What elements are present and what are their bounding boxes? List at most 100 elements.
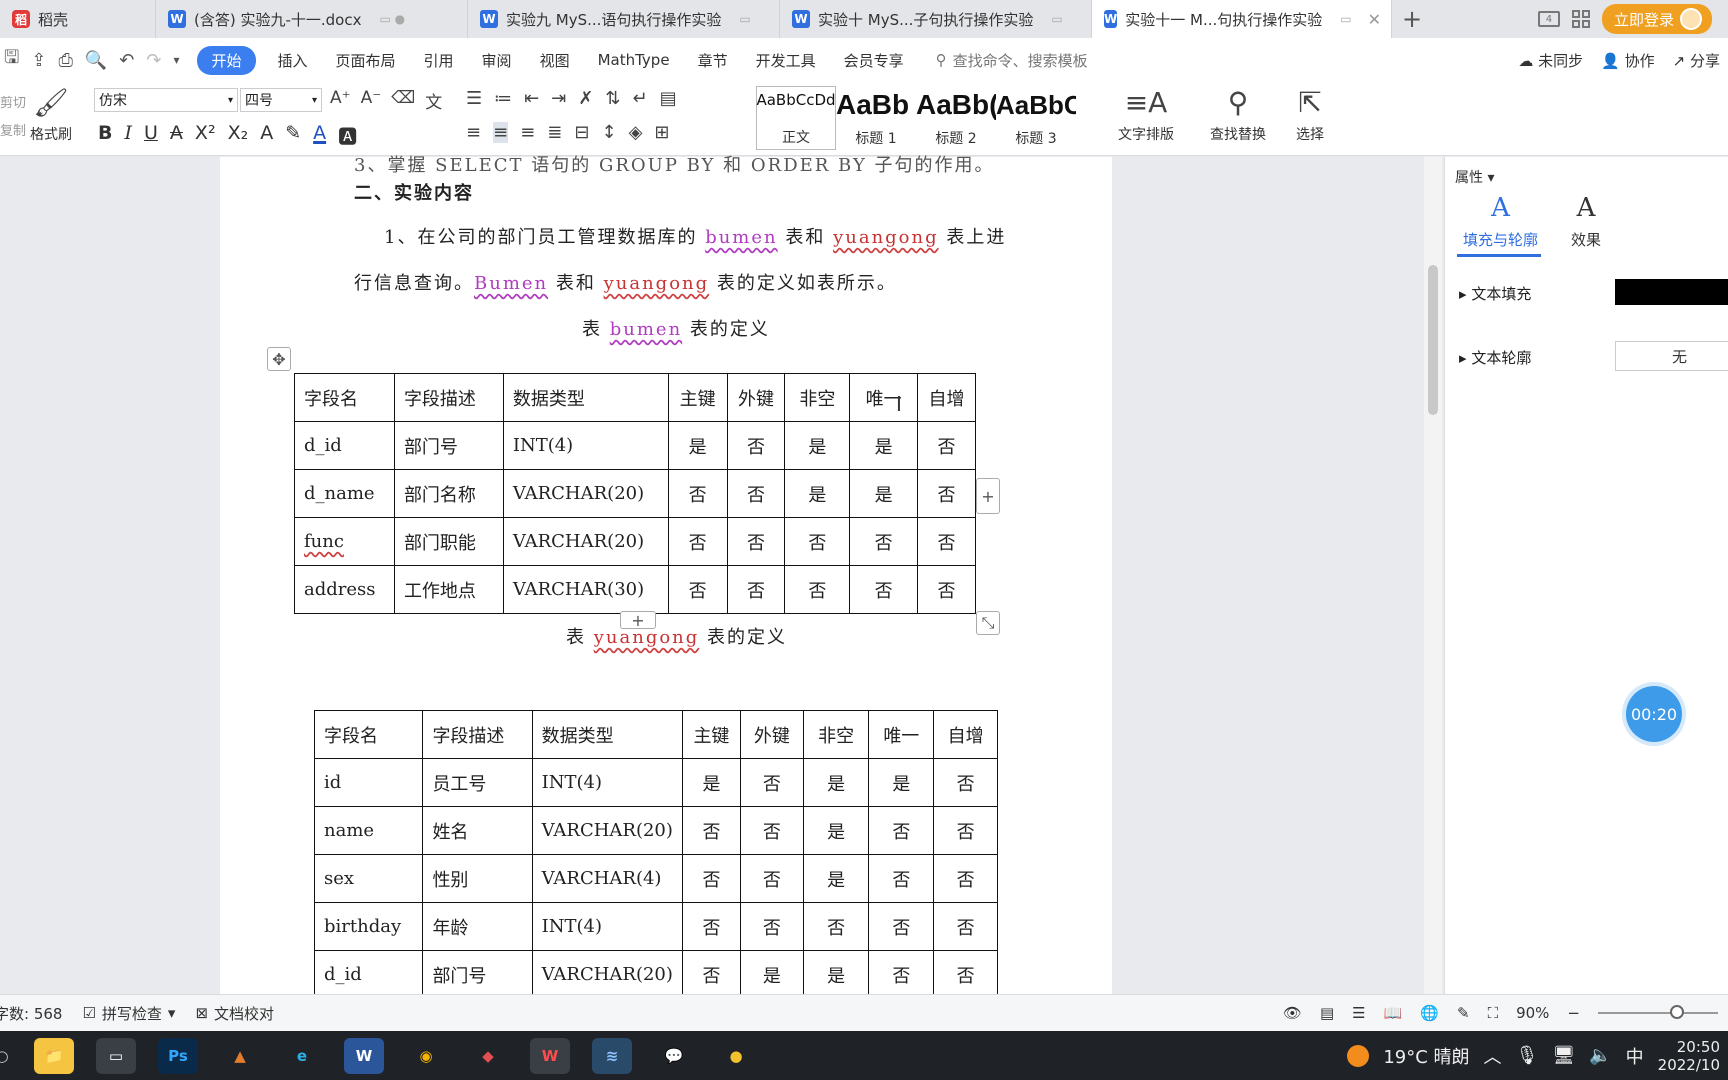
copy-button[interactable]: 复制 [0, 118, 26, 146]
tab-docer[interactable]: 稻 稻壳 [0, 0, 156, 38]
app-icon[interactable]: ◆ [468, 1038, 508, 1074]
style-normal[interactable]: AaBbCcDd 正文 [756, 86, 836, 150]
table-cell[interactable]: 否 [726, 517, 786, 566]
text-fill-row[interactable]: ▸ 文本填充 [1459, 283, 1531, 304]
zoom-slider[interactable] [1598, 1005, 1718, 1019]
scrollbar-thumb[interactable] [1428, 265, 1438, 415]
table-cell[interactable]: 否 [933, 854, 998, 903]
table-border-icon[interactable]: ▤ [660, 88, 677, 109]
pin-icon[interactable]: ▭ [1340, 12, 1351, 26]
login-button[interactable]: 立即登录 [1601, 4, 1712, 34]
table-cell[interactable]: 是 [802, 854, 870, 903]
table-cell[interactable]: 否 [681, 950, 741, 999]
table-cell[interactable]: 否 [681, 806, 741, 855]
chinese-layout-icon[interactable]: ✗ [578, 88, 593, 109]
wechat-icon[interactable]: 💬 [654, 1038, 694, 1074]
reading-view-icon[interactable]: 📖 [1384, 1004, 1403, 1022]
column-header[interactable]: 非空 [802, 710, 870, 759]
table-cell[interactable]: d_id [294, 421, 395, 470]
outline-select[interactable]: 无 [1615, 341, 1728, 371]
outline-view-icon[interactable]: ☰ [1352, 1004, 1365, 1022]
cut-button[interactable]: 剪切 [0, 90, 26, 118]
bumen-definition-table[interactable]: 字段名 字段描述 数据类型 主键 外键 非空 唯一 自增 d_id 部门号 INT(4) 是否是是否 d… [294, 373, 976, 614]
menu-section[interactable]: 章节 [684, 46, 742, 75]
select-button[interactable]: ⇱ 选择 [1296, 86, 1324, 144]
export-icon[interactable]: ⇪ [31, 50, 46, 71]
table-cell[interactable]: VARCHAR(20) [502, 517, 669, 566]
start-icon[interactable]: ○ [0, 1038, 12, 1074]
bold-icon[interactable]: B [98, 122, 112, 149]
table-cell[interactable]: 是 [868, 758, 935, 807]
table-cell[interactable]: 否 [784, 517, 851, 566]
table-resize-handle-icon[interactable]: ⤡ [976, 611, 1000, 635]
table-cell[interactable]: 否 [933, 806, 998, 855]
format-painter-button[interactable]: 🖌 格式刷 [30, 86, 72, 144]
sync-button[interactable]: ☁ 未同步 [1518, 50, 1583, 71]
text-outline-row[interactable]: ▸ 文本轮廓 [1459, 347, 1531, 368]
microphone-icon[interactable]: 🎙 [1516, 1045, 1539, 1066]
table-cell[interactable]: VARCHAR(20) [531, 950, 683, 999]
phonetic-icon[interactable]: 文 [425, 88, 442, 113]
table-cell[interactable]: 部门职能 [393, 517, 504, 566]
tab-document[interactable]: W 实验十 MyS...子句执行操作实验 ▭ [780, 0, 1092, 38]
highlight-icon[interactable]: ✎ [285, 122, 301, 149]
chrome-icon[interactable]: ◉ [406, 1038, 446, 1074]
column-header[interactable]: 主键 [681, 710, 741, 759]
tab-document[interactable]: W 实验九 MyS...语句执行操作实验 ▭ [468, 0, 780, 38]
table-cell[interactable]: 否 [917, 469, 976, 518]
menu-mathtype[interactable]: MathType [584, 47, 684, 73]
terminal-icon[interactable]: ▭ [96, 1037, 136, 1074]
table-cell[interactable]: 是 [849, 469, 919, 518]
table-cell[interactable]: 否 [933, 950, 998, 999]
tab-effect[interactable]: A 效果 [1571, 193, 1601, 250]
column-header[interactable]: 唯一 [868, 710, 935, 759]
doc-proof-button[interactable]: ⊠ 文档校对 [195, 1003, 274, 1024]
table-cell[interactable]: 姓名 [422, 806, 533, 855]
underline-icon[interactable]: U [144, 122, 158, 149]
shrink-font-icon[interactable]: A⁻ [361, 88, 382, 113]
table-cell[interactable]: VARCHAR(20) [502, 469, 669, 518]
font-size-select[interactable]: 四号 ▾ [240, 88, 322, 112]
menu-review[interactable]: 审阅 [468, 46, 526, 75]
print-preview-icon[interactable]: 🔍 [85, 50, 107, 71]
table-cell[interactable]: 是 [802, 758, 870, 807]
distribute-icon[interactable]: ⊟ [574, 122, 589, 143]
word-count[interactable]: 字数: 568 [0, 1003, 62, 1024]
table-cell[interactable]: VARCHAR(4) [531, 854, 683, 903]
clear-format-icon[interactable]: ⌫ [391, 88, 415, 113]
text-layout-button[interactable]: ≡A 文字排版 [1118, 86, 1174, 144]
table-cell[interactable]: d_name [294, 469, 395, 518]
show-marks-icon[interactable]: ↵ [633, 88, 648, 109]
bullet-list-icon[interactable]: ☰ [466, 88, 482, 109]
pin-icon[interactable]: ▭ ● [379, 12, 405, 26]
redo-icon[interactable]: ↷ [146, 50, 161, 71]
write-mode-icon[interactable]: ✎ [1457, 1004, 1470, 1022]
chevron-down-icon[interactable]: ▾ [173, 53, 179, 67]
column-header[interactable]: 唯一 [849, 373, 919, 422]
table-cell[interactable]: 否 [849, 565, 919, 614]
font-color-icon[interactable]: A [313, 122, 326, 149]
table-cell[interactable]: 是 [667, 421, 728, 470]
menu-insert[interactable]: 插入 [264, 46, 322, 75]
text-effect-icon[interactable]: A [260, 122, 273, 149]
share-button[interactable]: ↗ 分享 [1673, 50, 1720, 71]
style-heading-2[interactable]: AaBb( 标题 2 [916, 86, 996, 150]
recording-timer[interactable]: 00:20 [1626, 686, 1682, 742]
decrease-indent-icon[interactable]: ⇤ [524, 88, 539, 109]
zoom-level[interactable]: 90% [1516, 1004, 1549, 1022]
table-cell[interactable]: 否 [868, 854, 935, 903]
column-header[interactable]: 自增 [933, 710, 998, 759]
table-cell[interactable]: INT(4) [502, 421, 669, 470]
align-center-icon[interactable]: ≡ [493, 122, 509, 143]
table-cell[interactable]: 部门号 [422, 950, 533, 999]
table-cell[interactable]: VARCHAR(20) [531, 806, 683, 855]
table-cell[interactable]: 否 [739, 854, 804, 903]
table-cell[interactable]: 否 [667, 469, 728, 518]
collab-button[interactable]: 👤 协作 [1601, 50, 1654, 71]
web-view-icon[interactable]: 🌐 [1420, 1004, 1439, 1022]
column-header[interactable]: 外键 [739, 710, 804, 759]
table-cell[interactable]: sex [313, 854, 424, 903]
numbered-list-icon[interactable]: ≔ [494, 88, 512, 109]
network-icon[interactable]: 🖥 [1552, 1045, 1575, 1066]
table-cell[interactable]: 否 [681, 902, 741, 951]
